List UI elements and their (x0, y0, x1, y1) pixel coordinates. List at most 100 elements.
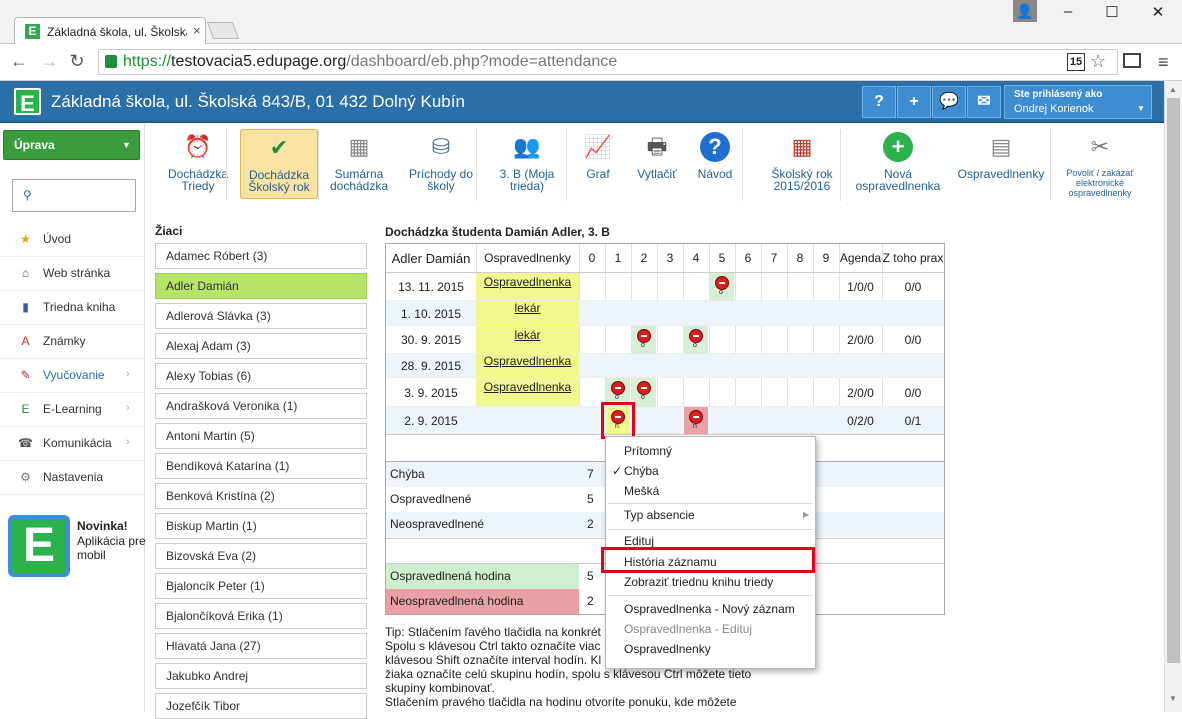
back-icon[interactable]: ← (8, 51, 30, 72)
toolbar-button[interactable]: 🖶 Vytlačiť (628, 129, 686, 199)
toolbar-button[interactable]: ⛁ Príchody do školy (398, 129, 484, 199)
student-item[interactable]: Hlavatá Jana (27) (155, 633, 367, 659)
user-menu[interactable]: Ste prihlásený ako Ondrej Korienok ▼ (1004, 85, 1152, 119)
student-item[interactable]: Antoni Martin (5) (155, 423, 367, 449)
excuse-link[interactable]: Ospravedlnenka (476, 273, 579, 300)
toolbar-button[interactable]: + Nová ospravedlnenka (846, 129, 950, 199)
toolbar-button[interactable]: 👥 3. B (Moja trieda) (486, 129, 568, 199)
toolbar-button[interactable]: ? Návod (690, 129, 740, 199)
sidebar-search-input[interactable]: ⚲ (12, 179, 136, 212)
forward-icon[interactable]: → (38, 51, 60, 72)
sidebar-item[interactable]: ⚙ Nastavenia (0, 461, 145, 495)
attendance-row[interactable]: 28. 9. 2015 Ospravedlnenka (386, 354, 944, 378)
student-item[interactable]: Bizovská Eva (2) (155, 543, 367, 569)
sidebar-item[interactable]: ✎ Vyučovanie › (0, 359, 145, 393)
toolbar-button[interactable]: ✂ Povoliť / zakázať elektronické ospravedln… (1052, 129, 1148, 199)
sidebar-item[interactable]: ▮ Triedna kniha (0, 291, 145, 325)
add-button[interactable]: + (897, 86, 931, 118)
student-item[interactable]: Biskup Martin (1) (155, 513, 367, 539)
toolbar-button[interactable]: 📈 Graf (572, 129, 624, 199)
tab-close-icon[interactable]: × (193, 23, 201, 38)
row-date: 13. 11. 2015 (398, 280, 464, 294)
excuse-link[interactable]: lekár (476, 326, 579, 353)
student-item[interactable]: Benková Kristína (2) (155, 483, 367, 509)
toolbar-button[interactable]: ▦ Školský rok 2015/2016 (760, 129, 844, 199)
bookmark-star-icon[interactable]: ☆ (1090, 51, 1106, 72)
maximize-button[interactable]: ☐ (1097, 3, 1127, 23)
sidebar-item[interactable]: ★ Úvod (0, 223, 145, 257)
absence-mark[interactable]: o (632, 326, 656, 354)
help-button[interactable]: ? (862, 86, 896, 118)
tip-line: skupiny kombinovať. (385, 681, 495, 695)
browser-tab[interactable]: E Základná škola, ul. Školská × (14, 17, 206, 44)
context-menu-item[interactable]: Typ absencie (624, 508, 804, 522)
toolbar-divider (476, 129, 477, 201)
chat-icon[interactable]: 💬 (932, 86, 966, 118)
absence-mark[interactable]: o (684, 326, 708, 354)
toolbar-icon: ✂ (1090, 134, 1110, 159)
absence-mark[interactable]: n (684, 407, 708, 434)
extension-icon[interactable]: 15 (1067, 53, 1085, 71)
attendance-row[interactable]: 1. 10. 2015 lekár (386, 301, 944, 326)
context-menu-item[interactable]: Zobraziť triednu knihu triedy (624, 575, 804, 589)
attendance-row[interactable]: 3. 9. 2015 Ospravedlnenka 2/0/0 0/0 (386, 378, 944, 407)
excuse-link[interactable]: lekár (476, 301, 579, 325)
student-item[interactable]: Andrašková Veronika (1) (155, 393, 367, 419)
scroll-thumb[interactable] (1167, 98, 1180, 663)
novinka-promo[interactable]: E Novinka! Aplikácia pre mobil (0, 505, 146, 585)
student-item[interactable]: Adamec Róbert (3) (155, 243, 367, 269)
browser-menu-icon[interactable]: ≡ (1158, 52, 1169, 73)
reload-icon[interactable]: ↻ (66, 51, 88, 72)
cast-icon[interactable] (1123, 53, 1141, 68)
scroll-down-icon[interactable]: ▼ (1169, 694, 1177, 703)
context-menu-item[interactable]: Prítomný (624, 444, 804, 458)
student-item[interactable]: Bjaloncík Peter (1) (155, 573, 367, 599)
student-item[interactable]: Bjalončíková Erika (1) (155, 603, 367, 629)
excuse-link[interactable]: Ospravedlnenka (476, 354, 579, 377)
sidebar-item[interactable]: ☎ Komunikácia › (0, 427, 145, 461)
uprava-button[interactable]: Úprava ▼ (3, 130, 140, 160)
toolbar-button[interactable]: ▤ Ospravedlnenky (952, 129, 1050, 199)
new-tab-button[interactable] (206, 22, 240, 39)
attendance-row[interactable]: 13. 11. 2015 Ospravedlnenka 1/0/0 0/0 (386, 273, 944, 301)
toolbar-button[interactable]: ✔ Dochádzka Školský rok (240, 129, 318, 199)
excused-hour-legend: Ospravedlnená hodina (386, 564, 579, 589)
sidebar-item-icon: ▮ (22, 300, 29, 314)
absence-mark[interactable]: o (710, 273, 734, 301)
sidebar-item[interactable]: E E-Learning › (0, 393, 145, 427)
student-item[interactable]: Jozefčík Tibor (155, 693, 367, 719)
context-menu-item[interactable]: Chýba (624, 464, 804, 478)
row-practice: 0/0 (904, 385, 922, 400)
profile-icon[interactable]: 👤 (1013, 0, 1037, 22)
student-item[interactable]: Bendíková Katarína (1) (155, 453, 367, 479)
chevron-right-icon: › (126, 402, 130, 414)
student-item[interactable]: Alexaj Adam (3) (155, 333, 367, 359)
student-item[interactable]: Adlerová Slávka (3) (155, 303, 367, 329)
attendance-row[interactable]: 30. 9. 2015 lekár 2/0/0 0/0 (386, 326, 944, 354)
page-scrollbar[interactable]: ▲ ▼ (1164, 81, 1182, 712)
context-menu-item[interactable]: Ospravedlnenka - Nový záznam (624, 602, 804, 616)
scroll-up-icon[interactable]: ▲ (1169, 85, 1177, 94)
sidebar-item[interactable]: ⌂ Web stránka (0, 257, 145, 291)
context-menu-item[interactable]: Edituj (624, 534, 804, 548)
edupage-logo[interactable]: E (14, 88, 41, 116)
url-field[interactable]: https://testovacia5.edupage.org/dashboar… (98, 49, 1118, 75)
close-window-button[interactable]: ✕ (1143, 3, 1173, 23)
attendance-row[interactable]: 2. 9. 2015 0/2/0 0/1 (386, 407, 944, 434)
mail-icon[interactable]: ✉ (967, 86, 1001, 118)
excuse-link[interactable]: Ospravedlnenka (476, 378, 579, 406)
minimize-button[interactable]: – (1053, 3, 1083, 23)
sidebar-item[interactable]: A Známky (0, 325, 145, 359)
absence-mark[interactable]: o (632, 378, 656, 407)
student-item[interactable]: Jakubko Andrej (155, 663, 367, 689)
toolbar-button[interactable]: ▦ Sumárna dochádzka (322, 129, 396, 199)
student-item[interactable]: Adler Damián (155, 273, 367, 299)
context-menu-item[interactable]: Mešká (624, 484, 804, 498)
toolbar-button[interactable]: ⏰ Dochádzka Triedy (152, 129, 244, 199)
column-header: Z toho prax (882, 251, 944, 265)
toolbar-icon: ▤ (990, 134, 1012, 159)
unexcused-hour-legend: Neospravedlnená hodina (386, 589, 579, 614)
absent-icon (637, 381, 651, 395)
context-menu-item[interactable]: Ospravedlnenky (624, 642, 804, 656)
student-item[interactable]: Alexy Tobias (6) (155, 363, 367, 389)
